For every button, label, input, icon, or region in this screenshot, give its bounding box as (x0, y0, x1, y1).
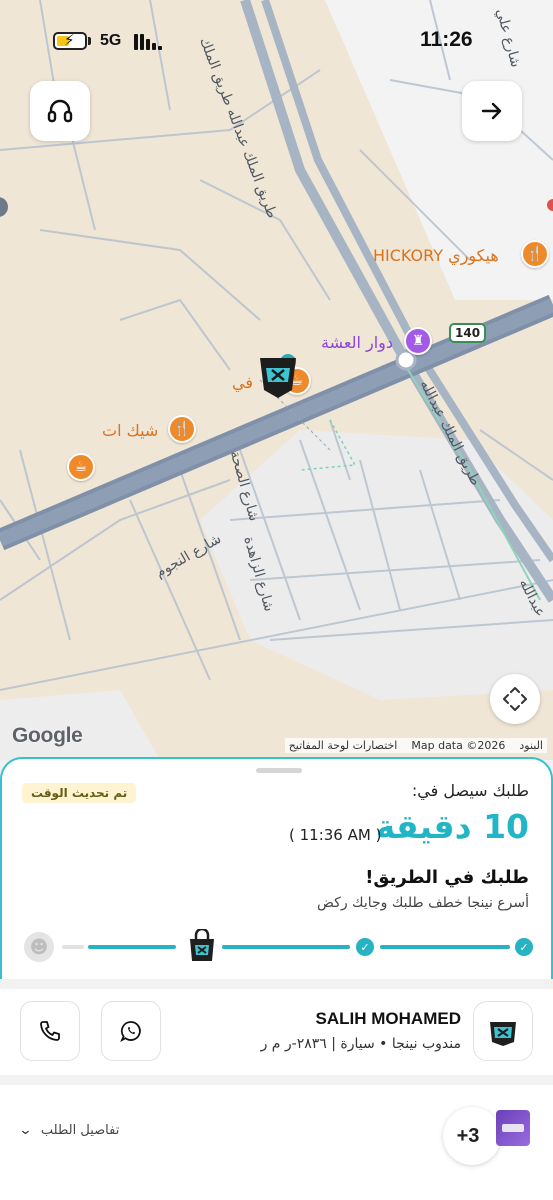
ninja-logo-icon (490, 1022, 516, 1046)
chevron-down-icon: ⌄ (18, 1123, 33, 1138)
rider-vehicle-info: مندوب نينجا • سيارة | ٢٨٣٦-ر م ر (260, 1036, 461, 1052)
map-data-text: Map data ©2026 (411, 739, 506, 752)
support-button[interactable] (30, 81, 90, 141)
phone-icon (40, 1021, 60, 1041)
order-details-card[interactable]: ⌄ تفاصيل الطلب +3 (0, 1085, 553, 1200)
extra-items-count: +3 (443, 1107, 501, 1165)
product-thumbnail (496, 1110, 530, 1146)
highway-shield: 140 (449, 323, 487, 343)
arrival-time: ( 11:36 AM ) (289, 826, 382, 844)
battery-nub (88, 37, 91, 45)
landmark-icon[interactable]: ♜ (404, 327, 432, 355)
step-complete-check-icon: ✓ (356, 938, 374, 956)
status-bar: ⚡ 5G 11:26 (0, 0, 553, 80)
order-tracking-sheet: تم تحديث الوقت طلبك سيصل في: 10 دقيقة ( … (0, 757, 553, 1200)
poi-shake-label[interactable]: شيك ات (102, 421, 158, 440)
rider-avatar (473, 1001, 533, 1061)
sheet-drag-handle[interactable] (256, 768, 302, 773)
recenter-button[interactable] (490, 674, 540, 724)
map-attribution: اختصارات لوحة المفاتيح Map data ©2026 ال… (284, 738, 547, 753)
eta-value: 10 دقيقة (375, 807, 529, 846)
forward-button[interactable] (462, 81, 522, 141)
terms-link[interactable]: البنود (519, 739, 543, 752)
time-updated-badge: تم تحديث الوقت (22, 783, 137, 803)
order-details-label: تفاصيل الطلب (40, 1123, 120, 1138)
poi-roundabout-label[interactable]: دوار العشة (321, 333, 393, 352)
order-status-subtitle: أسرع نينجا خطف طلبك وجايك ركض (317, 895, 529, 911)
map-view[interactable]: طريق الملك عبدالله طريق الملك طريق الملك… (0, 0, 553, 760)
eta-card: تم تحديث الوقت طلبك سيصل في: 10 دقيقة ( … (0, 757, 553, 979)
order-details-toggle[interactable]: ⌄ تفاصيل الطلب (18, 1123, 120, 1138)
signal-icon (134, 32, 162, 50)
progress-segment-pending (62, 945, 84, 949)
delivered-smiley-icon: ☻ (24, 932, 54, 962)
restaurant-icon[interactable]: 🍴 (168, 415, 196, 443)
eta-label: طلبك سيصل في: (411, 781, 529, 800)
call-button[interactable] (20, 1001, 80, 1061)
status-time: 11:26 (420, 28, 473, 51)
order-status-title: طلبك في الطريق! (365, 867, 529, 888)
battery-icon: ⚡ (53, 31, 87, 50)
poi-cafe-label[interactable]: في (232, 373, 253, 392)
delivery-progress: ☻ ✓ ✓ (22, 929, 536, 965)
headset-icon (47, 99, 73, 123)
progress-segment (380, 945, 510, 949)
progress-segment (222, 945, 350, 949)
step-complete-check-icon: ✓ (515, 938, 533, 956)
arrow-right-icon (481, 102, 502, 120)
keyboard-shortcuts-link[interactable]: اختصارات لوحة المفاتيح (289, 739, 398, 752)
rider-bag-icon (190, 929, 214, 961)
whatsapp-icon (120, 1021, 141, 1042)
cafe-icon[interactable]: ☕ (67, 453, 95, 481)
restaurant-icon[interactable]: 🍴 (521, 240, 549, 268)
rider-name: SALIH MOHAMED (315, 1009, 461, 1028)
rider-card: SALIH MOHAMED مندوب نينجا • سيارة | ٢٨٣٦… (0, 989, 553, 1075)
recenter-icon (503, 687, 527, 711)
rider-location-icon[interactable] (252, 352, 304, 402)
network-type: 5G (100, 32, 122, 49)
poi-hickory-label[interactable]: HICKORY هيكوري (373, 246, 499, 265)
google-logo: Google (12, 724, 83, 747)
progress-segment (88, 945, 176, 949)
whatsapp-button[interactable] (101, 1001, 161, 1061)
